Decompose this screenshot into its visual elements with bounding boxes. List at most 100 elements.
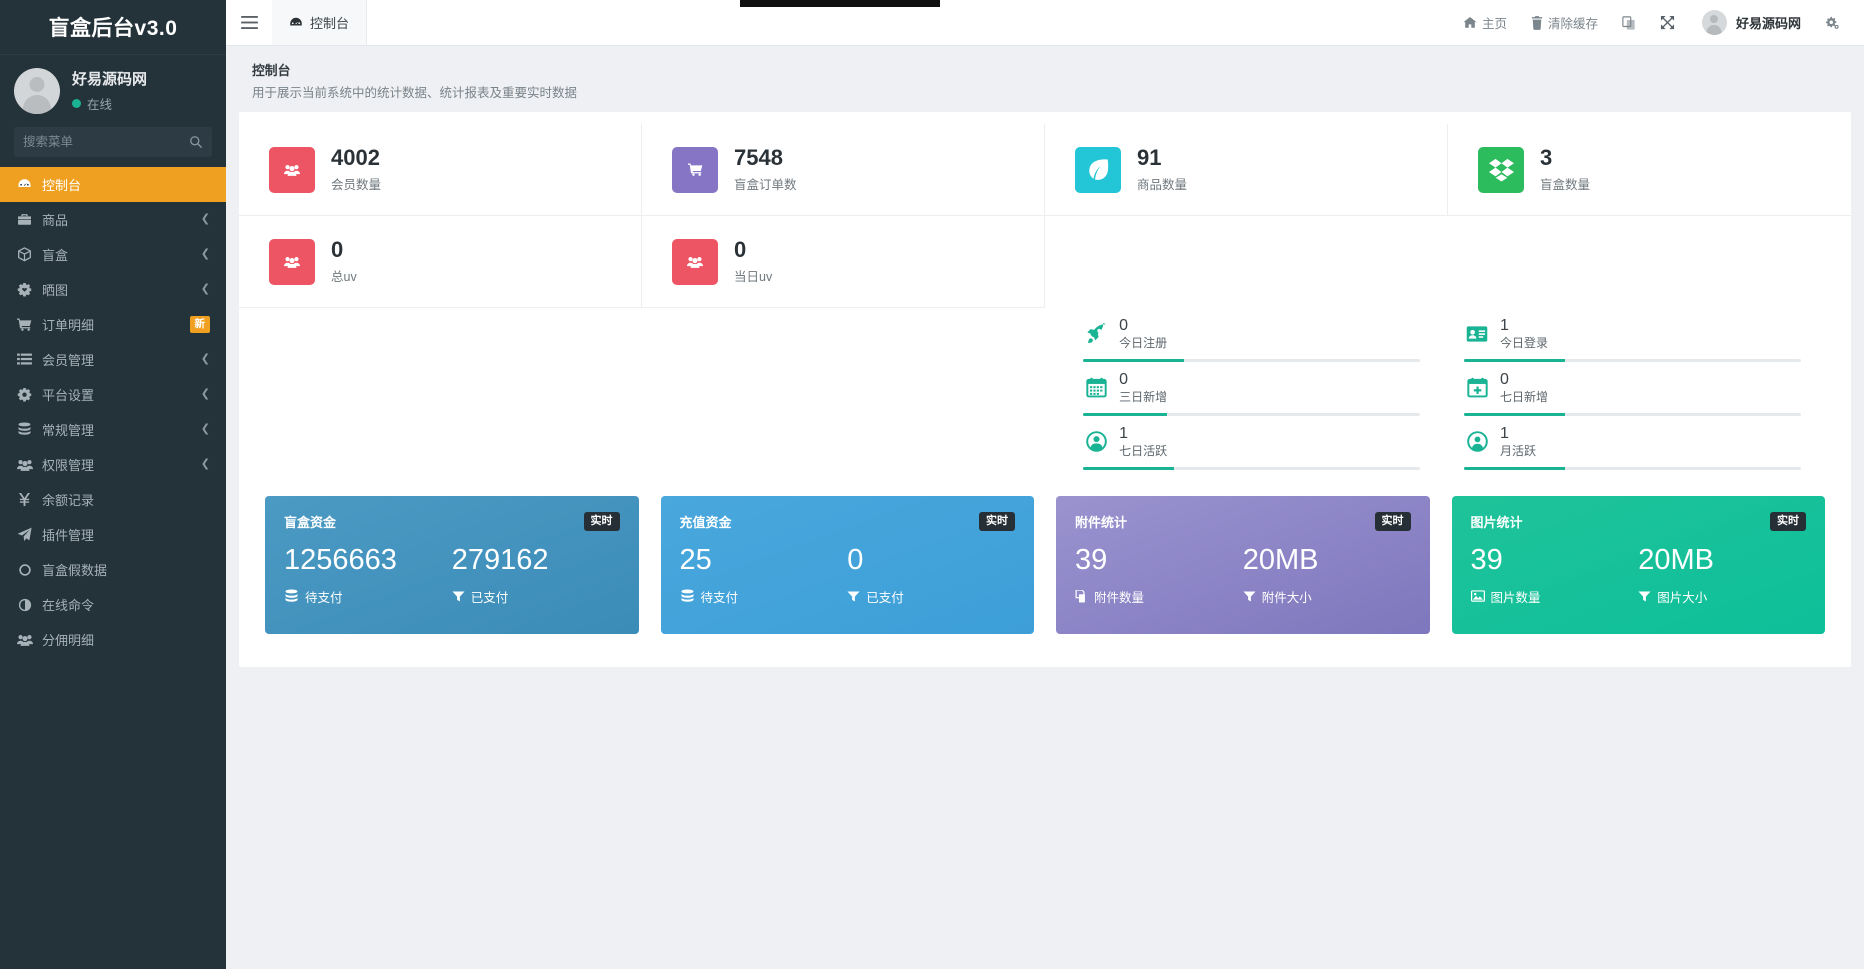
- stat-label: 当日uv: [734, 270, 773, 285]
- gear-icon: [16, 387, 33, 402]
- gear-heart-icon: [16, 282, 33, 297]
- mini-stat[interactable]: 1 七日活跃: [1061, 416, 1442, 470]
- stat-card[interactable]: 0 当日uv: [642, 216, 1045, 309]
- sidebar-item-label: 在线命令: [42, 598, 95, 613]
- panel-left-value: 25: [679, 543, 712, 576]
- panel-right-value: 0: [847, 543, 864, 576]
- sidebar-item-6[interactable]: 平台设置 ❮: [0, 377, 226, 412]
- stat-label: 盲盒订单数: [734, 178, 797, 193]
- panel-left-value: 39: [1075, 543, 1108, 576]
- sidebar-item-badge: 新: [189, 316, 210, 333]
- mini-stat[interactable]: 1 今日登录: [1442, 308, 1823, 363]
- hamburger-icon[interactable]: [226, 0, 272, 45]
- mini-stat-progress: [1464, 466, 1801, 470]
- tab-dashboard[interactable]: 控制台: [272, 0, 368, 45]
- stat-card[interactable]: 4002 会员数量: [239, 124, 642, 217]
- stat-card[interactable]: 0 总uv: [239, 216, 642, 309]
- image-icon: [1470, 590, 1485, 602]
- mini-stat[interactable]: 0 今日注册: [1061, 308, 1442, 363]
- sidebar-item-label: 权限管理: [42, 458, 95, 473]
- sidebar-item-2[interactable]: 盲盒 ❮: [0, 237, 226, 272]
- chevron-left-icon: ❮: [200, 248, 210, 260]
- panel-left-value: 39: [1470, 543, 1503, 576]
- chevron-left-icon: ❮: [200, 423, 210, 435]
- stat-card[interactable]: 91 商品数量: [1045, 124, 1448, 217]
- stat-value: 4002: [331, 145, 380, 170]
- sidebar-item-label: 余额记录: [42, 493, 95, 508]
- stat-card[interactable]: 3 盲盒数量: [1448, 124, 1851, 217]
- avatar: [14, 68, 60, 114]
- panel-title: 附件统计: [1075, 514, 1128, 530]
- panel-left-label: 待支付: [700, 590, 739, 605]
- brand-title: 盲盒后台v3.0: [0, 0, 226, 55]
- filter-icon: [1243, 591, 1256, 602]
- list-icon: [16, 353, 33, 366]
- sidebar-item-7[interactable]: 常规管理 ❮: [0, 412, 226, 447]
- stat-value: 7548: [734, 145, 783, 170]
- database-icon: [16, 422, 33, 437]
- mini-stat-label: 今日注册: [1119, 335, 1168, 350]
- sidebar-item-10[interactable]: 插件管理: [0, 517, 226, 552]
- main-area: 控制台 主页 清除缓存 好易源码网 控制台 用于展示当前系统中的统计数据、统计报…: [226, 0, 1864, 969]
- sidebar-item-label: 盲盒: [42, 248, 69, 263]
- stat-card[interactable]: 7548 盲盒订单数: [642, 124, 1045, 217]
- chevron-left-icon: ❮: [200, 283, 210, 295]
- mini-stat[interactable]: 1 月活跃: [1442, 416, 1823, 470]
- summary-panel[interactable]: 附件统计 实时 39 附件数量 20MB 附件大小: [1056, 495, 1430, 634]
- stat-label: 会员数量: [331, 178, 382, 193]
- clear-cache-button[interactable]: 清除缓存: [1520, 0, 1609, 46]
- sidebar-item-4[interactable]: 订单明细 新: [0, 307, 226, 342]
- panel-right-label: 附件大小: [1261, 590, 1312, 605]
- sidebar-item-0[interactable]: 控制台: [0, 167, 226, 202]
- page-subtitle: 用于展示当前系统中的统计数据、统计报表及重要实时数据: [252, 86, 578, 100]
- stat-value: 3: [1540, 145, 1553, 170]
- search-menu-box[interactable]: [14, 127, 212, 157]
- summary-panel[interactable]: 盲盒资金 实时 1256663 待支付 279162 已支付: [265, 495, 639, 634]
- content-area: 控制台 用于展示当前系统中的统计数据、统计报表及重要实时数据 4002 会员数量 7…: [226, 46, 1864, 969]
- briefcase-icon: [16, 213, 33, 226]
- settings-button[interactable]: [1814, 0, 1850, 46]
- sidebar-item-5[interactable]: 会员管理 ❮: [0, 342, 226, 377]
- panel-right-value: 20MB: [1242, 543, 1319, 576]
- dashboard-icon: [289, 16, 303, 30]
- sidebar-item-label: 分佣明细: [42, 633, 95, 648]
- users-icon: [269, 238, 315, 285]
- chevron-left-icon: ❮: [200, 353, 210, 365]
- panel-right-value: 279162: [451, 543, 549, 576]
- topbar-actions: 主页 清除缓存 好易源码网: [1452, 0, 1864, 45]
- sidebar-item-11[interactable]: 盲盒假数据: [0, 552, 226, 587]
- theme-button[interactable]: [1611, 0, 1647, 46]
- user-menu[interactable]: 好易源码网: [1688, 0, 1812, 46]
- tab-label: 控制台: [310, 16, 350, 31]
- sidebar-item-12[interactable]: 在线命令: [0, 587, 226, 622]
- chevron-left-icon: ❮: [200, 213, 210, 225]
- sidebar-menu: 控制台 商品 ❮ 盲盒 ❮ 晒图 ❮ 订单明细 新会员管理 ❮ 平台设置 ❮ 常规管理 ❮ 权限管理 ❮ 余额记…: [0, 167, 226, 657]
- fullscreen-button[interactable]: [1649, 0, 1686, 46]
- dashboard-panel: 4002 会员数量 7548 盲盒订单数 91 商品数量 3 盲盒数量 0 总uv 0 当日uv 0今…: [239, 112, 1851, 667]
- stat-cards-grid: 4002 会员数量 7548 盲盒订单数 91 商品数量 3 盲盒数量 0 总uv 0 当日uv: [239, 124, 1851, 309]
- sidebar-item-8[interactable]: 权限管理 ❮: [0, 447, 226, 482]
- sidebar-item-1[interactable]: 商品 ❮: [0, 202, 226, 237]
- sidebar-profile[interactable]: 好易源码网 在线: [0, 55, 226, 127]
- panel-title: 充值资金: [679, 514, 732, 530]
- dropbox-icon: [1478, 146, 1524, 193]
- contrast-icon: [16, 598, 33, 612]
- database-icon: [284, 589, 299, 604]
- sidebar-item-9[interactable]: 余额记录: [0, 482, 226, 517]
- mini-stat-label: 月活跃: [1500, 443, 1537, 458]
- stat-label: 盲盒数量: [1540, 178, 1591, 193]
- filter-icon: [1638, 591, 1651, 602]
- topbar-username: 好易源码网: [1735, 16, 1801, 31]
- search-input[interactable]: [23, 135, 189, 149]
- sidebar-item-3[interactable]: 晒图 ❮: [0, 272, 226, 307]
- sidebar-item-13[interactable]: 分佣明细: [0, 622, 226, 657]
- sidebar-item-label: 控制台: [42, 178, 82, 193]
- paper-plane-icon: [16, 527, 33, 542]
- mini-stat[interactable]: 0 三日新增: [1061, 362, 1442, 416]
- summary-panel[interactable]: 图片统计 实时 39 图片数量 20MB 图片大小: [1451, 495, 1825, 634]
- mini-stat[interactable]: 0 七日新增: [1442, 362, 1823, 416]
- summary-panel[interactable]: 充值资金 实时 25 待支付 0 已支付: [660, 495, 1034, 634]
- page-title: 控制台: [252, 63, 291, 78]
- home-button[interactable]: 主页: [1452, 0, 1518, 46]
- stat-card-placeholder: [1045, 216, 1448, 308]
